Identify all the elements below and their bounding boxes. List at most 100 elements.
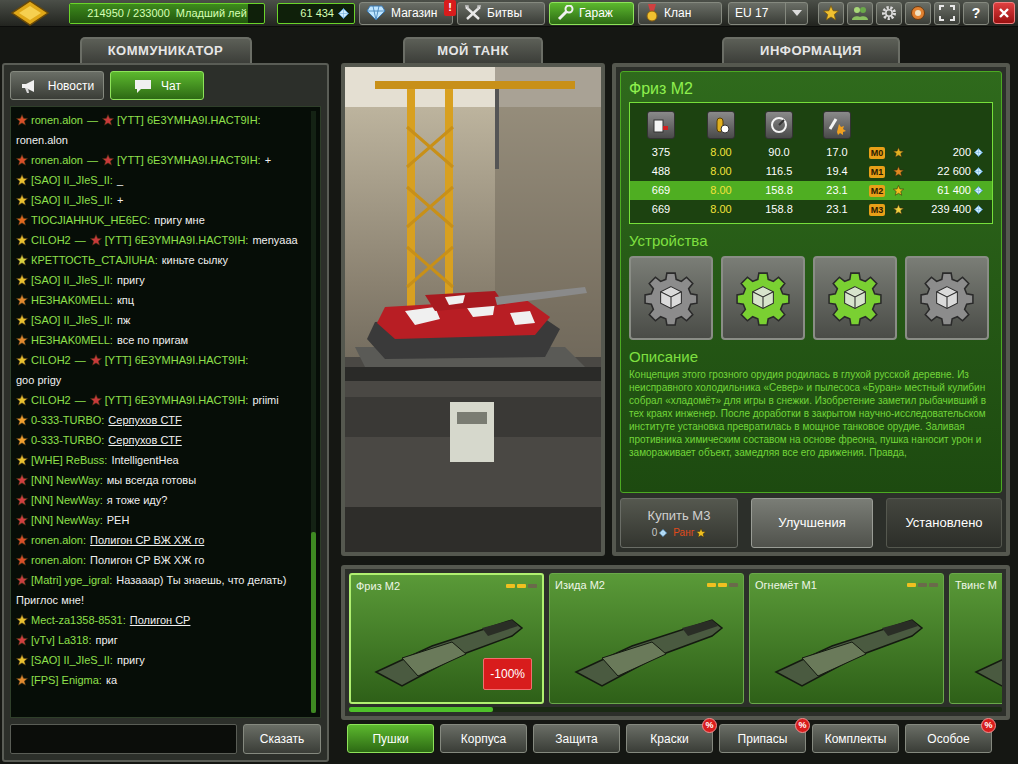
message-text[interactable]: Серпухов CTF (108, 414, 181, 426)
sender-name[interactable]: [NN] NewWay: (31, 514, 103, 526)
sender-name[interactable]: ronen.alon (31, 114, 83, 126)
sender-name[interactable]: CILOH2 (31, 394, 71, 406)
item-card[interactable]: Твинс М (949, 573, 1002, 704)
item-card[interactable]: Изида М2 (549, 573, 744, 704)
tab-label[interactable]: Новости (48, 77, 94, 95)
buy-label[interactable]: Купить М3 (648, 506, 711, 526)
nav-label[interactable]: Магазин (391, 4, 437, 22)
recipient-name[interactable]: [YTT] 6E3YMHA9I.HACT9IH: (117, 154, 261, 166)
sender-name[interactable]: КРЕТТОСТЬ_СТAJIUHA: (31, 254, 158, 266)
category-button[interactable]: Краски% (626, 724, 713, 753)
category-label[interactable]: Комплекты (825, 730, 887, 748)
buy-button[interactable]: Купить М30Ранг (620, 498, 738, 548)
item-name[interactable]: Твинс М (955, 577, 997, 594)
sender-name[interactable]: HE3HAK0MELL: (31, 294, 113, 306)
chat-scroll-thumb[interactable] (311, 532, 316, 713)
stats-row[interactable]: 4888.00116.519.4М122 600 (630, 162, 992, 181)
items-scroll-fill[interactable] (349, 707, 493, 712)
sender-name[interactable]: [SAO] II_JIeS_II: (31, 274, 113, 286)
nav-label[interactable]: Гараж (579, 4, 613, 22)
installed-button[interactable]: Установлено (886, 498, 1002, 548)
chat-scrollbar[interactable] (311, 111, 316, 713)
item-card[interactable]: Фриз М2-100% (349, 573, 544, 704)
sender-name[interactable]: TIOCJIAHHUK_HE6EC: (31, 214, 150, 226)
nav-button[interactable]: Битвы (457, 2, 545, 25)
device-slot[interactable] (721, 256, 805, 340)
sender-name[interactable]: ronen.alon: (31, 534, 86, 546)
category-label[interactable]: Припасы (738, 730, 788, 748)
nav-button[interactable]: Магазин! (359, 2, 453, 25)
sender-name[interactable]: [SAO] II_JIeS_II: (31, 174, 113, 186)
category-button[interactable]: Комплекты (812, 724, 899, 753)
message-text[interactable]: Полигон CP ВЖ ХЖ го (90, 534, 204, 546)
nav-label[interactable]: Клан (664, 4, 691, 22)
sender-name[interactable]: Mect-za1358-8531: (31, 614, 126, 626)
device-slot[interactable] (905, 256, 989, 340)
send-button[interactable]: Сказать (243, 724, 321, 754)
server-select[interactable]: EU 17 (728, 2, 808, 25)
recipient-name[interactable]: [YTT] 6E3YMHA9I.HACT9IH: (117, 114, 261, 126)
toolbar-button[interactable] (876, 2, 902, 25)
tab-label[interactable]: Чат (161, 77, 181, 95)
sender-name[interactable]: 0-333-TURBO: (31, 434, 104, 446)
sender-name[interactable]: HE3HAK0MELL: (31, 334, 113, 346)
stats-row[interactable]: 3758.0090.017.0М0200 (630, 143, 992, 162)
category-label[interactable]: Краски (650, 730, 688, 748)
items-scrollbar[interactable] (349, 707, 1002, 712)
installed-label[interactable]: Установлено (905, 513, 982, 533)
category-label[interactable]: Особое (927, 730, 969, 748)
help-label[interactable]: ? (972, 3, 981, 24)
sender-name[interactable]: ronen.alon (31, 154, 83, 166)
sender-name[interactable]: [SAO] II_JIeS_II: (31, 654, 113, 666)
recipient-name[interactable]: [YTT] 6E3YMHA9I.HACT9IH: (105, 394, 249, 406)
category-label[interactable]: Защита (555, 730, 598, 748)
item-card[interactable]: Огнемёт М1 (749, 573, 944, 704)
sender-name[interactable]: [NN] NewWay: (31, 474, 103, 486)
upgrades-button[interactable]: Улучшения (751, 498, 873, 548)
sender-name[interactable]: [Matri] yge_igral: (31, 574, 112, 586)
toolbar-button[interactable] (847, 2, 873, 25)
recipient-name[interactable]: [YTT] 6E3YMHA9I.HACT9IH: (105, 354, 249, 366)
help-button[interactable]: ? (963, 2, 989, 25)
sender-name[interactable]: [WHE] ReBuss: (31, 454, 107, 466)
sender-name[interactable]: [SAO] II_JIeS_II: (31, 194, 113, 206)
nav-button[interactable]: Гараж (549, 2, 634, 25)
category-button[interactable]: Корпуса (440, 724, 527, 753)
chat-input[interactable] (10, 724, 237, 754)
communicator-tab[interactable]: Чат (110, 71, 204, 100)
nav-button[interactable]: Клан (638, 2, 722, 25)
stats-row[interactable]: 6698.00158.823.1М261 400 (630, 181, 992, 200)
sender-name[interactable]: CILOH2 (31, 354, 71, 366)
item-name[interactable]: Огнемёт М1 (755, 577, 817, 594)
category-button[interactable]: Припасы% (719, 724, 806, 753)
toolbar-button[interactable] (818, 2, 844, 25)
tank-preview[interactable] (341, 63, 605, 556)
device-slot[interactable] (813, 256, 897, 340)
category-label[interactable]: Пушки (372, 730, 408, 748)
category-button[interactable]: Защита (533, 724, 620, 753)
category-button[interactable]: Особое% (905, 724, 992, 753)
sender-name[interactable]: 0-333-TURBO: (31, 414, 104, 426)
upgrades-label[interactable]: Улучшения (778, 513, 845, 533)
toolbar-button[interactable] (905, 2, 931, 25)
item-name[interactable]: Изида М2 (555, 577, 605, 594)
sender-name[interactable]: [FPS] Enigma: (31, 674, 102, 686)
sender-name[interactable]: CILOH2 (31, 234, 71, 246)
stats-row[interactable]: 6698.00158.823.1М3239 400 (630, 200, 992, 219)
sender-name[interactable]: [NN] NewWay: (31, 494, 103, 506)
sender-name[interactable]: [vTv] La318: (31, 634, 92, 646)
message-text[interactable]: Серпухов CTF (108, 434, 181, 446)
communicator-tab[interactable]: Новости (10, 71, 104, 100)
device-slot[interactable] (629, 256, 713, 340)
send-label[interactable]: Сказать (260, 730, 304, 748)
category-label[interactable]: Корпуса (461, 730, 506, 748)
close-button[interactable] (993, 2, 1015, 24)
message-text[interactable]: Полигон CP (130, 614, 191, 626)
category-button[interactable]: Пушки (347, 724, 434, 753)
recipient-name[interactable]: [YTT] 6E3YMHA9I.HACT9IH: (105, 234, 249, 246)
nav-label[interactable]: Битвы (487, 4, 522, 22)
toolbar-button[interactable] (934, 2, 960, 25)
item-name[interactable]: Фриз М2 (356, 578, 400, 595)
sender-name[interactable]: ronen.alon: (31, 554, 86, 566)
sender-name[interactable]: [SAO] II_JIeS_II: (31, 314, 113, 326)
